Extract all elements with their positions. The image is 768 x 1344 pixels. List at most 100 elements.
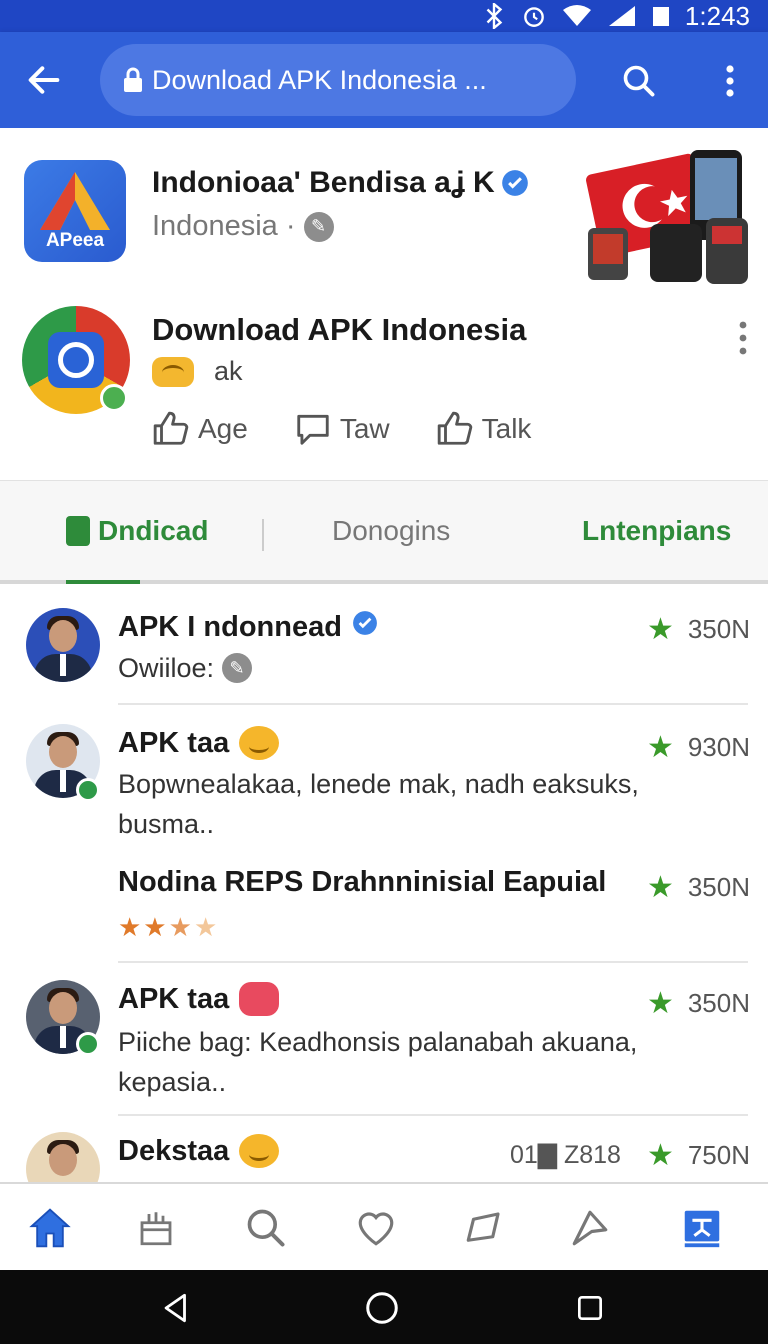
system-recents-button[interactable]	[572, 1290, 608, 1326]
more-vert-icon	[739, 321, 747, 355]
link-badge-icon: ✎	[222, 653, 253, 683]
publisher-icon[interactable]: APeea	[24, 160, 126, 262]
item-name: Dekstaa	[118, 1134, 280, 1168]
alarm-icon	[521, 3, 547, 29]
nav-favorites[interactable]	[352, 1204, 400, 1252]
list-item[interactable]: Dekstaa 01▇ Z818 ★ 750N	[0, 1118, 768, 1182]
nav-chat[interactable]	[460, 1204, 508, 1252]
store-icon	[140, 1212, 172, 1246]
star-icon: ★	[646, 1139, 674, 1172]
signal-icon	[607, 3, 637, 29]
arrow-left-icon	[28, 66, 60, 94]
nav-profile[interactable]	[678, 1204, 726, 1252]
status-dot-icon	[76, 1032, 100, 1056]
publisher-subtitle: Indonesia · ✎	[152, 210, 334, 243]
item-rating: ★ 350N	[646, 613, 750, 646]
status-dot-icon	[100, 384, 128, 412]
hero-image	[584, 142, 754, 288]
talk-button[interactable]: Talk	[436, 410, 531, 448]
item-meta: 01▇ Z818	[510, 1141, 621, 1169]
recents-icon	[578, 1296, 602, 1320]
send-icon	[572, 1210, 608, 1246]
review-list: APK I ndonnead Owiiloe: ✎ ★ 350N APK taa…	[0, 588, 768, 1182]
divider	[118, 961, 748, 963]
back-icon	[164, 1293, 186, 1323]
shopping-bag-icon	[66, 516, 90, 546]
heart-icon	[358, 1212, 394, 1246]
app-subtitle: ak	[152, 356, 243, 387]
more-vert-icon	[726, 65, 734, 97]
app-header-card: APeea Indonioaa' Bendisa aʝ K Indonesia …	[0, 128, 768, 478]
system-home-button[interactable]	[364, 1290, 400, 1326]
status-bar: 1:243	[0, 0, 768, 32]
nav-send[interactable]	[566, 1204, 614, 1252]
divider	[118, 703, 748, 705]
app-title[interactable]: Download APK Indonesia	[152, 312, 526, 348]
system-navigation	[0, 1270, 768, 1344]
tab-lntenpians[interactable]: Lntenpians	[582, 515, 731, 547]
comment-button[interactable]: Taw	[294, 410, 390, 448]
thumbs-up-icon	[437, 411, 472, 445]
status-dot-icon	[76, 778, 100, 802]
emoji-icon	[152, 356, 194, 387]
triangle-logo-icon	[40, 172, 110, 230]
tab-divider	[262, 519, 264, 551]
app-more-button[interactable]	[730, 318, 756, 358]
avatar	[26, 608, 100, 682]
search-icon	[247, 1209, 285, 1247]
list-item[interactable]: APK I ndonnead Owiiloe: ✎ ★ 350N	[0, 588, 768, 705]
nav-home[interactable]	[26, 1204, 74, 1252]
item-text: Bopwnealakaa, lenede mak, nadh eaksuks, …	[118, 769, 639, 839]
home-circle-icon	[366, 1292, 398, 1324]
star-rating: ★★★★	[118, 912, 220, 942]
battery-icon	[651, 3, 671, 29]
list-item[interactable]: APK taa Piiche bag: Keadhonsis palanabah…	[0, 964, 768, 1116]
surprised-emoji-icon	[239, 982, 280, 1016]
system-back-button[interactable]	[158, 1290, 194, 1326]
list-item[interactable]: APK taa Bopwnealakaa, lenede mak, nadh e…	[0, 706, 768, 963]
item-rating: ★ 350N	[646, 987, 750, 1020]
item-name: Nodina REPS Drahnninisial Eapuial	[118, 866, 607, 898]
star-icon: ★	[646, 613, 674, 646]
smile-emoji-icon	[239, 726, 280, 760]
url-field[interactable]: Download APK Indonesia ...	[100, 44, 576, 116]
link-badge-icon: ✎	[303, 211, 334, 242]
profile-icon	[684, 1210, 720, 1248]
bottom-navigation	[0, 1182, 768, 1270]
item-rating: ★ 930N	[646, 731, 750, 764]
item-text: Piiche bag: Keadhonsis palanabah akuana,…	[118, 1027, 638, 1097]
smile-emoji-icon	[239, 1134, 280, 1168]
wifi-icon	[561, 3, 593, 29]
divider	[118, 1114, 748, 1116]
item-name: APK taa	[118, 726, 280, 760]
tab-bar: Dndicad Donogins Lntenpians	[0, 480, 768, 584]
search-icon	[623, 65, 655, 97]
nav-store[interactable]	[132, 1204, 180, 1252]
status-time: 1:243	[684, 0, 750, 31]
avatar	[26, 1132, 100, 1182]
tab-donogins[interactable]: Donogins	[332, 515, 450, 547]
verified-icon	[501, 169, 529, 197]
item-name: APK taa	[118, 982, 280, 1016]
lock-icon	[122, 67, 144, 93]
like-button[interactable]: Age	[152, 410, 248, 448]
url-text: Download APK Indonesia ...	[152, 64, 487, 95]
verified-icon	[352, 610, 378, 644]
nav-search[interactable]	[242, 1204, 290, 1252]
app-icon[interactable]	[22, 306, 130, 414]
tab-indicator	[66, 580, 140, 584]
more-options-button[interactable]	[712, 58, 748, 104]
back-button[interactable]	[22, 58, 66, 102]
item-text: Owiiloe: ✎	[118, 648, 658, 688]
comment-icon	[297, 414, 329, 445]
publisher-title[interactable]: Indonioaa' Bendisa aʝ K	[152, 166, 529, 200]
bluetooth-icon	[481, 3, 507, 29]
search-button[interactable]	[616, 58, 662, 104]
home-icon	[29, 1208, 71, 1248]
chat-icon	[466, 1212, 500, 1242]
star-icon: ★	[646, 987, 674, 1020]
tab-download[interactable]: Dndicad	[66, 515, 208, 547]
star-icon: ★	[646, 871, 674, 904]
action-bar: Age Taw Talk	[152, 410, 531, 448]
app-bar: Download APK Indonesia ...	[0, 32, 768, 128]
